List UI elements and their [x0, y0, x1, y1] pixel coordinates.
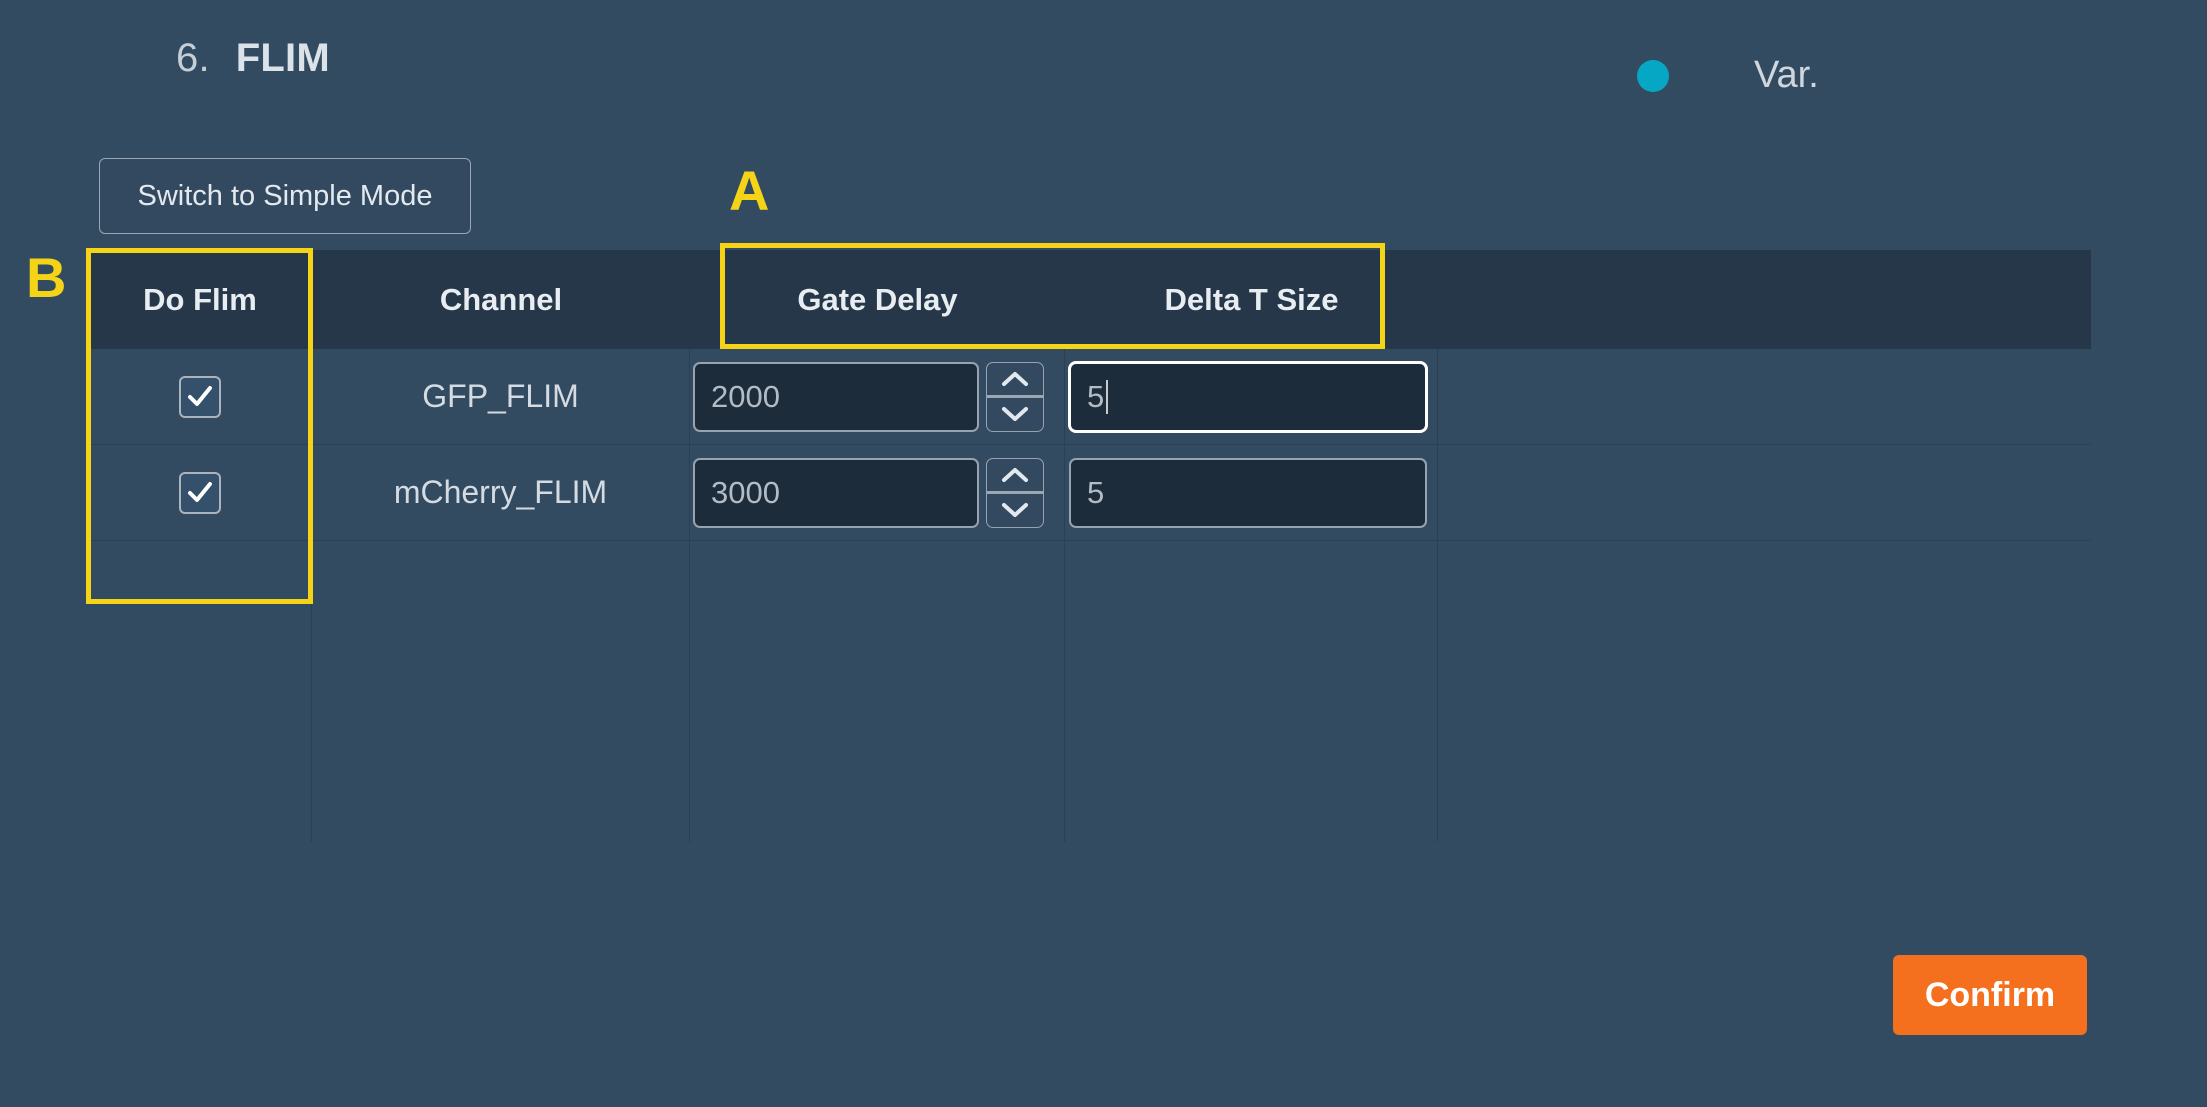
cell-do-flim	[88, 541, 312, 842]
page-title-text: FLIM	[235, 36, 330, 80]
cell-spacer	[1438, 445, 2091, 540]
cell-channel-name: GFP_FLIM	[312, 349, 690, 444]
text-caret	[1106, 379, 1109, 414]
delta-t-size-value: 5	[1087, 378, 1105, 414]
chevron-down-icon	[1002, 503, 1028, 518]
table-row: mCherry_FLIM 3000 5	[88, 445, 2091, 541]
chevron-up-icon	[1002, 371, 1028, 386]
gate-delay-stepper[interactable]	[986, 361, 1044, 432]
flim-channels-table: Do Flim Channel Gate Delay Delta T Size	[88, 250, 2091, 842]
cell-spacer	[1438, 541, 2091, 842]
gate-delay-input[interactable]: 2000	[693, 361, 979, 432]
cell-delta-t-size: 5	[1065, 445, 1438, 540]
column-header-delta-t-size: Delta T Size	[1164, 281, 1339, 317]
flim-settings-panel: 6. FLIM Var. Switch to Simple Mode Do Fli…	[0, 0, 2207, 1107]
cell-gate-delay: 3000	[690, 445, 1065, 540]
cell-spacer	[1438, 349, 2091, 444]
page-title: 6. FLIM	[176, 36, 330, 81]
cell-channel-name	[312, 541, 690, 842]
cell-gate-delay	[690, 541, 1065, 842]
confirm-button[interactable]: Confirm	[1893, 955, 2087, 1035]
table-empty-area	[88, 541, 2091, 842]
status-dot-icon	[1637, 60, 1669, 92]
column-header-do-flim: Do Flim	[143, 281, 257, 317]
gate-delay-decrement-button[interactable]	[987, 494, 1043, 527]
table-header-row: Do Flim Channel Gate Delay Delta T Size	[88, 250, 2091, 349]
checkmark-icon	[187, 481, 212, 502]
checkmark-icon	[187, 385, 212, 406]
cell-gate-delay: 2000	[690, 349, 1065, 444]
switch-to-simple-mode-button[interactable]: Switch to Simple Mode	[99, 158, 471, 234]
cell-do-flim	[88, 445, 312, 540]
cell-channel-name: mCherry_FLIM	[312, 445, 690, 540]
status-label: Var.	[1754, 54, 1819, 96]
step-number: 6.	[176, 36, 210, 80]
gate-delay-increment-button[interactable]	[987, 459, 1043, 494]
annotation-label-a: A	[729, 159, 770, 222]
gate-delay-input[interactable]: 3000	[693, 457, 979, 528]
column-header-gate-delay: Gate Delay	[797, 281, 958, 317]
delta-t-size-input[interactable]: 5	[1069, 361, 1427, 432]
annotation-label-b: B	[26, 246, 67, 309]
gate-delay-stepper[interactable]	[986, 457, 1044, 528]
table-row: GFP_FLIM 2000 5	[88, 349, 2091, 445]
chevron-down-icon	[1002, 407, 1028, 422]
do-flim-checkbox[interactable]	[178, 375, 221, 418]
gate-delay-increment-button[interactable]	[987, 363, 1043, 398]
table-body: GFP_FLIM 2000 5 mCherry_FLIM 3000 5	[88, 349, 2091, 842]
cell-delta-t-size: 5	[1065, 349, 1438, 444]
cell-delta-t-size	[1065, 541, 1438, 842]
do-flim-checkbox[interactable]	[178, 471, 221, 514]
delta-t-size-input[interactable]: 5	[1069, 457, 1427, 528]
cell-do-flim	[88, 349, 312, 444]
gate-delay-decrement-button[interactable]	[987, 398, 1043, 431]
chevron-up-icon	[1002, 467, 1028, 482]
column-header-channel: Channel	[439, 281, 563, 317]
